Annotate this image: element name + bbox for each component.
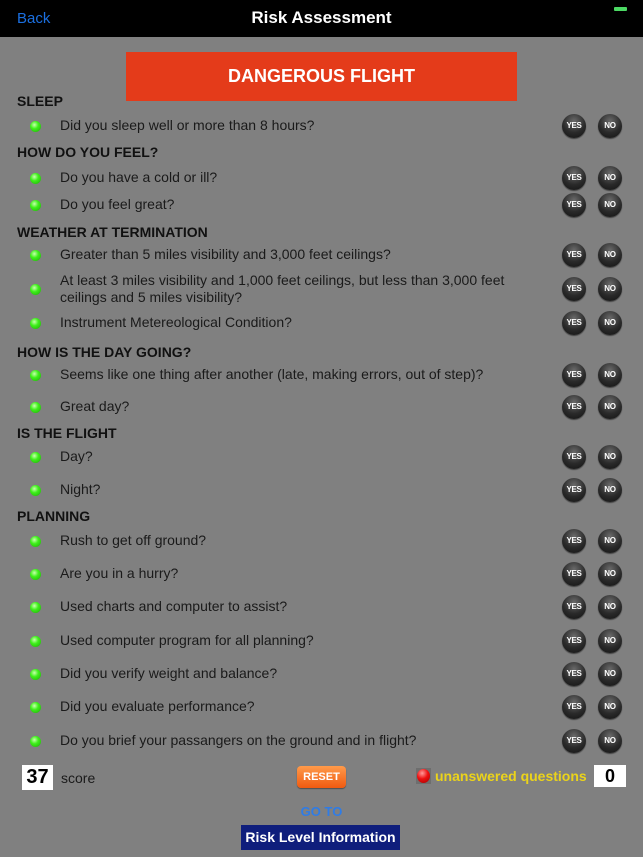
question-text: Do you feel great?: [60, 196, 175, 212]
yes-button[interactable]: YES: [562, 729, 586, 753]
yes-button[interactable]: YES: [562, 193, 586, 217]
no-button[interactable]: NO: [598, 595, 622, 619]
no-button[interactable]: NO: [598, 529, 622, 553]
yes-button[interactable]: YES: [562, 311, 586, 335]
risk-status-banner: DANGEROUS FLIGHT: [126, 52, 517, 101]
no-button[interactable]: NO: [598, 114, 622, 138]
green-indicator-icon: [30, 452, 41, 463]
green-indicator-icon: [30, 669, 41, 680]
green-indicator-icon: [30, 250, 41, 261]
question-text: Did you sleep well or more than 8 hours?: [60, 117, 315, 133]
green-indicator-icon: [30, 284, 41, 295]
no-button[interactable]: NO: [598, 311, 622, 335]
question-text: Used computer program for all planning?: [60, 632, 314, 648]
no-button[interactable]: NO: [598, 695, 622, 719]
yes-button[interactable]: YES: [562, 277, 586, 301]
yes-button[interactable]: YES: [562, 478, 586, 502]
green-indicator-icon: [30, 702, 41, 713]
yes-button[interactable]: YES: [562, 562, 586, 586]
no-button[interactable]: NO: [598, 363, 622, 387]
yes-button[interactable]: YES: [562, 243, 586, 267]
green-indicator-icon: [30, 536, 41, 547]
question-text: Greater than 5 miles visibility and 3,00…: [60, 246, 391, 262]
green-indicator-icon: [30, 318, 41, 329]
no-button[interactable]: NO: [598, 629, 622, 653]
yes-button[interactable]: YES: [562, 662, 586, 686]
no-button[interactable]: NO: [598, 243, 622, 267]
question-text: Night?: [60, 481, 101, 497]
green-indicator-icon: [30, 121, 41, 132]
green-indicator-icon: [30, 402, 41, 413]
risk-level-information-button[interactable]: Risk Level Information: [241, 825, 400, 850]
question-text: Are you in a hurry?: [60, 565, 179, 581]
question-text: Great day?: [60, 398, 130, 414]
go-to-label: GO TO: [300, 804, 343, 819]
section-header: IS THE FLIGHT: [17, 425, 117, 441]
yes-button[interactable]: YES: [562, 595, 586, 619]
yes-button[interactable]: YES: [562, 529, 586, 553]
green-indicator-icon: [30, 200, 41, 211]
unanswered-questions-label: unanswered questions: [435, 768, 587, 784]
question-text: Did you verify weight and balance?: [60, 665, 278, 681]
yes-button[interactable]: YES: [562, 363, 586, 387]
green-indicator-icon: [30, 636, 41, 647]
section-header: HOW DO YOU FEEL?: [17, 144, 159, 160]
no-button[interactable]: NO: [598, 562, 622, 586]
question-text: Rush to get off ground?: [60, 532, 207, 548]
question-text: Seems like one thing after another (late…: [60, 366, 484, 382]
green-indicator-icon: [30, 485, 41, 496]
red-indicator-icon: [416, 768, 431, 784]
green-indicator-icon: [30, 569, 41, 580]
page-title: Risk Assessment: [251, 8, 392, 27]
yes-button[interactable]: YES: [562, 166, 586, 190]
battery-icon: [614, 7, 627, 11]
question-text: Instrument Metereological Condition?: [60, 314, 292, 330]
no-button[interactable]: NO: [598, 445, 622, 469]
no-button[interactable]: NO: [598, 277, 622, 301]
yes-button[interactable]: YES: [562, 445, 586, 469]
yes-button[interactable]: YES: [562, 695, 586, 719]
question-text: Do you brief your passangers on the grou…: [60, 732, 417, 748]
unanswered-count: 0: [594, 765, 626, 787]
question-text: Do you have a cold or ill?: [60, 169, 218, 185]
yes-button[interactable]: YES: [562, 395, 586, 419]
no-button[interactable]: NO: [598, 478, 622, 502]
question-text: Did you evaluate performance?: [60, 698, 255, 714]
no-button[interactable]: NO: [598, 166, 622, 190]
question-text: At least 3 miles visibility and 1,000 fe…: [60, 272, 505, 305]
question-text: Day?: [60, 448, 93, 464]
reset-button[interactable]: RESET: [297, 766, 346, 788]
score-label: score: [61, 770, 96, 786]
section-header: WEATHER AT TERMINATION: [17, 224, 208, 240]
section-header: PLANNING: [17, 508, 91, 524]
no-button[interactable]: NO: [598, 395, 622, 419]
navigation-bar: Back Risk Assessment: [0, 0, 643, 37]
score-value: 37: [22, 765, 53, 790]
green-indicator-icon: [30, 736, 41, 747]
green-indicator-icon: [30, 602, 41, 613]
question-text: Used charts and computer to assist?: [60, 598, 288, 614]
yes-button[interactable]: YES: [562, 114, 586, 138]
yes-button[interactable]: YES: [562, 629, 586, 653]
green-indicator-icon: [30, 173, 41, 184]
no-button[interactable]: NO: [598, 729, 622, 753]
section-header: HOW IS THE DAY GOING?: [17, 344, 192, 360]
section-header: SLEEP: [17, 93, 63, 109]
no-button[interactable]: NO: [598, 193, 622, 217]
green-indicator-icon: [30, 370, 41, 381]
no-button[interactable]: NO: [598, 662, 622, 686]
